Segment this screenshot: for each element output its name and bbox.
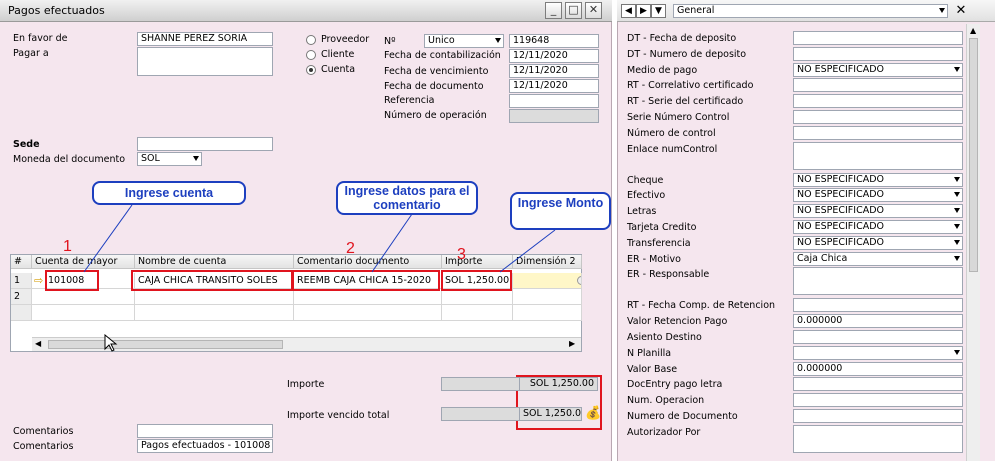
panel-field-value: NO ESPECIFICADO bbox=[797, 236, 884, 248]
panel-field-value: NO ESPECIFICADO bbox=[797, 189, 884, 201]
panel-field-select[interactable]: NO ESPECIFICADO bbox=[793, 62, 963, 77]
scrollbar-thumb[interactable] bbox=[969, 38, 978, 272]
panel-field-label: RT - Correlativo certificado bbox=[627, 80, 754, 92]
panel-field-select[interactable]: NO ESPECIFICADO bbox=[793, 188, 963, 203]
callout-ingrese-cuenta: Ingrese cuenta bbox=[92, 181, 246, 205]
panel-field-label: DT - Numero de deposito bbox=[627, 48, 747, 60]
panel-field-label: Tarjeta Credito bbox=[627, 222, 697, 233]
chevron-down-icon bbox=[954, 224, 960, 229]
panel-field-label: RT - Serie del certificado bbox=[627, 96, 744, 108]
panel-field-input[interactable] bbox=[793, 377, 963, 392]
panel-field-input[interactable] bbox=[793, 110, 963, 124]
chevron-down-icon bbox=[954, 176, 960, 182]
nav-down-icon[interactable]: ▼ bbox=[651, 4, 666, 18]
importe-field: SOL 1,250.00 bbox=[519, 377, 598, 391]
chevron-down-icon bbox=[954, 239, 960, 245]
panel-field-label: ER - Motivo bbox=[627, 253, 681, 265]
panel-field-input[interactable]: 0.000000 bbox=[793, 314, 963, 329]
chevron-down-icon bbox=[954, 192, 960, 198]
panel-field-label: Número de control bbox=[627, 127, 716, 139]
panel-field-label: Medio de pago bbox=[627, 64, 698, 76]
payment-means-icon[interactable]: 💰 bbox=[585, 406, 601, 421]
panel-field-input[interactable] bbox=[793, 424, 963, 453]
panel-field-label: Efectivo bbox=[627, 190, 666, 202]
chevron-down-icon bbox=[954, 66, 960, 72]
callout-line-cuenta bbox=[83, 204, 133, 273]
callout-ingrese-comentario: Ingrese datos para el comentario bbox=[336, 181, 478, 215]
panel-field-input[interactable] bbox=[793, 94, 963, 109]
chevron-down-icon bbox=[954, 255, 960, 261]
comentarios-label: Comentarios bbox=[13, 426, 74, 437]
panel-field-select[interactable]: NO ESPECIFICADO bbox=[793, 172, 963, 187]
category-select[interactable]: General bbox=[673, 4, 948, 18]
panel-field-select[interactable] bbox=[793, 345, 963, 360]
nav-next-icon[interactable]: ▶ bbox=[636, 4, 651, 18]
step-number-3: 3 bbox=[457, 246, 466, 263]
panel-field-value: NO ESPECIFICADO bbox=[797, 205, 884, 217]
panel-field-select[interactable]: NO ESPECIFICADO bbox=[793, 204, 963, 219]
chevron-down-icon bbox=[954, 349, 960, 355]
panel-field-input[interactable] bbox=[793, 267, 963, 296]
importe-label: Importe bbox=[287, 379, 325, 390]
panel-field-label: Autorizador Por bbox=[627, 426, 701, 438]
panel-field-value: 0.000000 bbox=[797, 362, 843, 374]
vencido-spacer bbox=[441, 407, 520, 421]
panel-field-label: RT - Fecha Comp. de Retencion bbox=[627, 300, 776, 312]
close-panel-icon[interactable]: ✕ bbox=[953, 3, 969, 19]
panel-field-input[interactable] bbox=[793, 31, 963, 45]
panel-field-input[interactable] bbox=[793, 78, 963, 93]
vertical-scrollbar[interactable]: ▲ bbox=[966, 24, 980, 461]
panel-field-value: NO ESPECIFICADO bbox=[797, 63, 884, 75]
callout-line-monto bbox=[499, 229, 556, 273]
panel-field-input[interactable] bbox=[793, 393, 963, 408]
vencido-field: SOL 1,250.00 bbox=[519, 407, 582, 421]
panel-field-label: Enlace numControl bbox=[627, 143, 718, 155]
panel-field-value: 0.000000 bbox=[797, 315, 843, 327]
callout-ingrese-monto: Ingrese Monto bbox=[510, 192, 611, 230]
panel-field-label: Asiento Destino bbox=[627, 332, 702, 343]
panel-toolbar: ◀ ▶ ▼ General ✕ bbox=[617, 0, 995, 22]
panel-field-label: ER - Responsable bbox=[627, 269, 710, 281]
panel-field-input[interactable] bbox=[793, 46, 963, 61]
panel-field-label: Serie Número Control bbox=[627, 112, 730, 123]
panel-field-label: Valor Base bbox=[627, 363, 678, 375]
scroll-up-icon[interactable]: ▲ bbox=[970, 26, 976, 35]
panel-field-value: NO ESPECIFICADO bbox=[797, 173, 884, 185]
panel-field-input[interactable] bbox=[793, 298, 963, 313]
panel-field-label: Letras bbox=[627, 206, 657, 218]
panel-field-label: Valor Retencion Pago bbox=[627, 316, 728, 328]
panel-field-value: Caja Chica bbox=[797, 252, 848, 264]
vencido-label: Importe vencido total bbox=[287, 410, 390, 421]
comentarios-field[interactable] bbox=[137, 424, 273, 438]
chevron-down-icon bbox=[939, 8, 945, 13]
chevron-down-icon bbox=[954, 208, 960, 214]
panel-field-label: DocEntry pago letra bbox=[627, 379, 723, 391]
category-value: General bbox=[677, 5, 715, 16]
panel-field-select[interactable]: NO ESPECIFICADO bbox=[793, 220, 963, 234]
callout-line-comentario bbox=[371, 213, 413, 273]
comentarios-value-field[interactable]: Pagos efectuados - 101008 bbox=[137, 439, 273, 453]
panel-field-label: Cheque bbox=[627, 174, 664, 186]
nav-previous-icon[interactable]: ◀ bbox=[621, 4, 636, 18]
panel-field-select[interactable]: Caja Chica bbox=[793, 251, 963, 266]
panel-field-value: NO ESPECIFICADO bbox=[797, 221, 884, 232]
panel-field-label: Num. Operacion bbox=[627, 395, 705, 407]
importe-spacer bbox=[441, 377, 520, 391]
panel-field-label: N Planilla bbox=[627, 347, 672, 359]
panel-field-input[interactable]: 0.000000 bbox=[793, 361, 963, 376]
panel-field-input[interactable] bbox=[793, 409, 963, 423]
panel-field-label: Transferencia bbox=[627, 237, 691, 249]
panel-field-label: Numero de Documento bbox=[627, 411, 738, 422]
step-number-1: 1 bbox=[63, 238, 72, 255]
panel-field-select[interactable]: NO ESPECIFICADO bbox=[793, 235, 963, 250]
panel-field-input[interactable] bbox=[793, 125, 963, 140]
panel-field-input[interactable] bbox=[793, 330, 963, 344]
panel-field-input[interactable] bbox=[793, 141, 963, 170]
panel-field-label: DT - Fecha de deposito bbox=[627, 33, 737, 44]
step-number-2: 2 bbox=[346, 240, 355, 257]
comentarios-label-2: Comentarios bbox=[13, 441, 74, 452]
